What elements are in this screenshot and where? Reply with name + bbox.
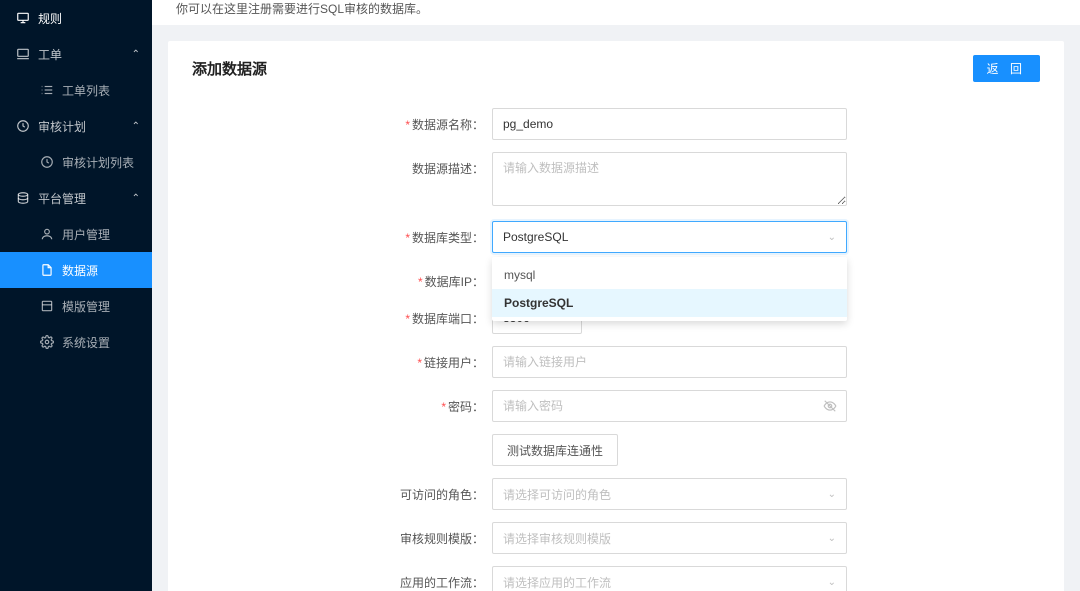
port-label: 数据库端口： — [412, 312, 484, 326]
desc-textarea[interactable] — [492, 152, 847, 206]
card-title: 添加数据源 — [192, 58, 267, 79]
name-label: 数据源名称： — [412, 118, 484, 132]
sidebar-item-orders[interactable]: 工单 ⌃ — [0, 36, 152, 72]
chevron-down-icon: ⌄ — [828, 577, 836, 588]
test-connection-button[interactable]: 测试数据库连通性 — [492, 434, 618, 466]
sidebar-item-label: 审核计划 — [38, 118, 86, 135]
page-description: 你可以在这里注册需要进行SQL审核的数据库。 — [152, 0, 1080, 25]
sidebar-item-label: 系统设置 — [62, 334, 110, 351]
db-type-option-postgresql[interactable]: PostgreSQL — [492, 289, 847, 317]
desc-label: 数据源描述： — [412, 162, 484, 176]
sidebar-item-label: 平台管理 — [38, 190, 86, 207]
template-label: 审核规则模版： — [400, 532, 484, 546]
db-type-value: PostgreSQL — [503, 230, 568, 244]
user-input[interactable] — [492, 346, 847, 378]
sidebar-item-audit-plan[interactable]: 审核计划 ⌃ — [0, 108, 152, 144]
sidebar-item-order-list[interactable]: 工单列表 — [0, 72, 152, 108]
template-select[interactable]: 请选择审核规则模版 ⌄ — [492, 522, 847, 554]
ip-label: 数据库IP： — [425, 275, 484, 289]
desktop-icon — [16, 47, 30, 61]
sidebar-item-audit-plan-list[interactable]: 审核计划列表 — [0, 144, 152, 180]
sidebar-item-template-mgmt[interactable]: 模版管理 — [0, 288, 152, 324]
user-label: 链接用户： — [424, 356, 484, 370]
chevron-down-icon: ⌄ — [828, 232, 836, 243]
card-header: 添加数据源 返 回 — [168, 41, 1064, 96]
db-type-dropdown: mysql PostgreSQL — [492, 257, 847, 321]
chevron-down-icon: ⌄ — [828, 489, 836, 500]
chevron-up-icon: ⌃ — [132, 49, 140, 60]
datasource-form: *数据源名称： 数据源描述： *数据库类型： PostgreSQL — [168, 96, 1064, 591]
form-card: 添加数据源 返 回 *数据源名称： 数据源描述： *数据库 — [168, 41, 1064, 591]
db-type-option-mysql[interactable]: mysql — [492, 261, 847, 289]
sidebar-item-system-settings[interactable]: 系统设置 — [0, 324, 152, 360]
database-icon — [16, 191, 30, 205]
clock-icon — [16, 119, 30, 133]
sidebar-item-label: 用户管理 — [62, 226, 110, 243]
sidebar-item-user-mgmt[interactable]: 用户管理 — [0, 216, 152, 252]
password-label: 密码： — [448, 400, 484, 414]
role-select[interactable]: 请选择可访问的角色 ⌄ — [492, 478, 847, 510]
sidebar-item-rules[interactable]: 规则 — [0, 0, 152, 36]
sidebar-item-datasource[interactable]: 数据源 — [0, 252, 152, 288]
workflow-placeholder: 请选择应用的工作流 — [503, 574, 611, 591]
template-icon — [40, 299, 54, 313]
sidebar-item-label: 规则 — [38, 10, 62, 27]
type-label: 数据库类型： — [412, 231, 484, 245]
user-icon — [40, 227, 54, 241]
sidebar-item-label: 审核计划列表 — [62, 154, 134, 171]
back-button[interactable]: 返 回 — [973, 55, 1040, 82]
workflow-select[interactable]: 请选择应用的工作流 ⌄ — [492, 566, 847, 591]
role-label: 可访问的角色： — [400, 488, 484, 502]
role-placeholder: 请选择可访问的角色 — [503, 486, 611, 503]
eye-invisible-icon[interactable] — [823, 399, 837, 416]
file-icon — [40, 263, 54, 277]
sidebar-item-platform[interactable]: 平台管理 ⌃ — [0, 180, 152, 216]
sidebar-item-label: 数据源 — [62, 262, 98, 279]
name-input[interactable] — [492, 108, 847, 140]
db-type-select[interactable]: PostgreSQL ⌄ — [492, 221, 847, 253]
sidebar: 规则 工单 ⌃ 工单列表 审核计划 ⌃ 审核计划列表 平台管理 ⌃ 用户管理 — [0, 0, 152, 591]
monitor-icon — [16, 11, 30, 25]
sidebar-item-label: 工单列表 — [62, 82, 110, 99]
chevron-down-icon: ⌄ — [828, 533, 836, 544]
chevron-up-icon: ⌃ — [132, 193, 140, 204]
main-content: 你可以在这里注册需要进行SQL审核的数据库。 添加数据源 返 回 *数据源名称：… — [152, 0, 1080, 591]
chevron-up-icon: ⌃ — [132, 121, 140, 132]
sidebar-item-label: 工单 — [38, 46, 62, 63]
workflow-label: 应用的工作流： — [400, 576, 484, 590]
gear-icon — [40, 335, 54, 349]
template-placeholder: 请选择审核规则模版 — [503, 530, 611, 547]
list-icon — [40, 83, 54, 97]
password-input[interactable] — [492, 390, 847, 422]
clock-icon — [40, 155, 54, 169]
sidebar-item-label: 模版管理 — [62, 298, 110, 315]
